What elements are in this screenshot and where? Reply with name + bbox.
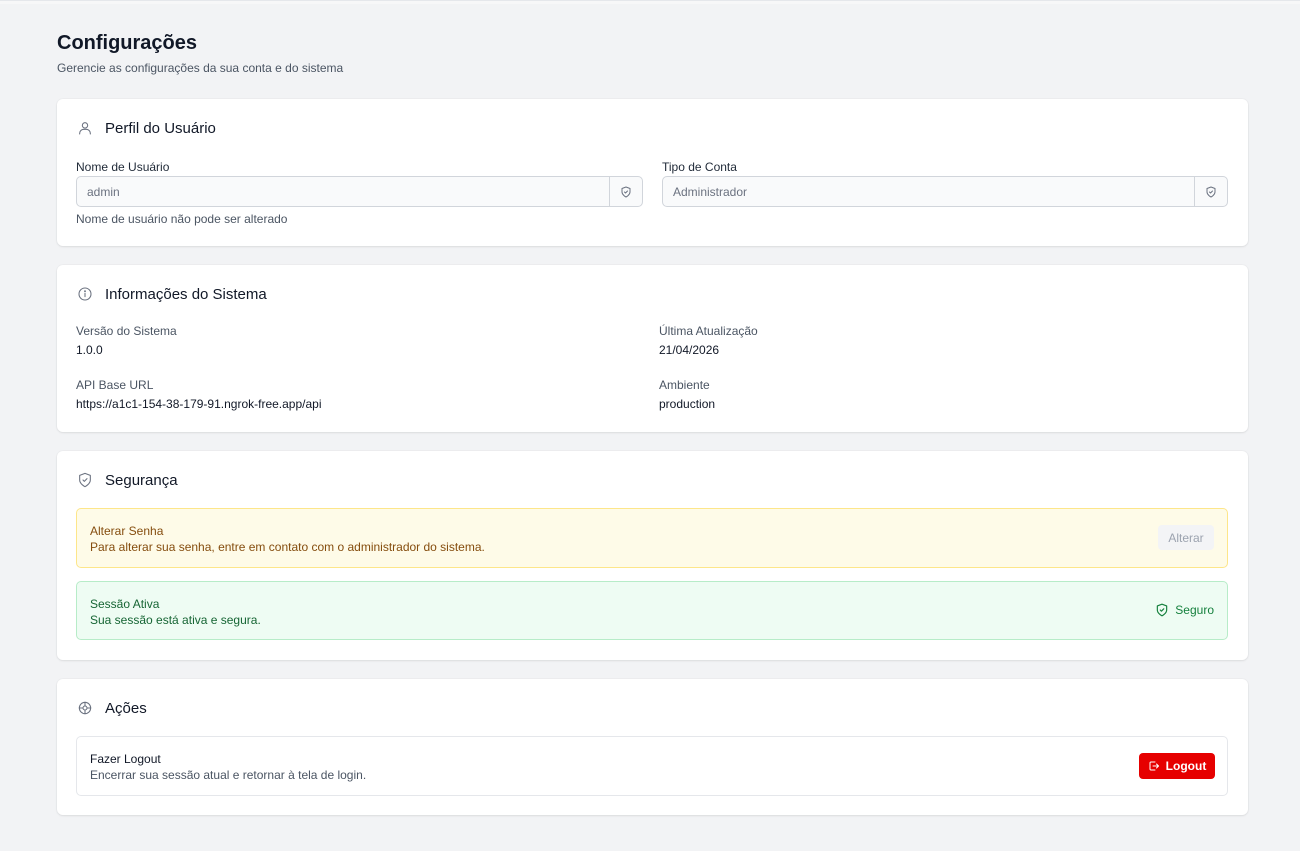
profile-card-header: Perfil do Usuário — [76, 118, 216, 138]
change-password-box: Alterar Senha Para alterar sua senha, en… — [76, 508, 1228, 568]
page-subtitle: Gerencie as configurações da sua conta e… — [57, 61, 344, 75]
settings-icon — [76, 699, 94, 717]
actions-header: Ações — [76, 698, 147, 718]
shield-icon — [1194, 177, 1227, 206]
actions-title: Ações — [105, 699, 147, 717]
system-info-card: Informações do Sistema Versão do Sistema… — [57, 265, 1248, 432]
change-password-button[interactable]: Alterar — [1158, 525, 1214, 550]
actions-card: Ações Fazer Logout Encerrar sua sessão a… — [57, 679, 1248, 815]
change-password-title: Alterar Senha — [90, 524, 164, 538]
active-session-title: Sessão Ativa — [90, 597, 160, 611]
logout-title: Fazer Logout — [90, 752, 161, 766]
user-icon — [76, 119, 94, 137]
top-border — [0, 0, 1300, 4]
username-label: Nome de Usuário — [76, 160, 170, 174]
username-field[interactable]: admin — [76, 176, 643, 207]
version-label: Versão do Sistema — [76, 324, 177, 338]
environment-value: production — [659, 397, 716, 411]
logout-box: Fazer Logout Encerrar sua sessão atual e… — [76, 736, 1228, 796]
profile-card-title: Perfil do Usuário — [105, 119, 216, 137]
username-hint: Nome de usuário não pode ser alterado — [76, 212, 288, 226]
change-password-desc: Para alterar sua senha, entre em contato… — [90, 540, 485, 554]
username-value: admin — [87, 184, 120, 199]
profile-card: Perfil do Usuário Nome de Usuário admin … — [57, 99, 1248, 246]
system-info-title: Informações do Sistema — [105, 285, 267, 303]
last-update-value: 21/04/2026 — [659, 343, 720, 357]
logout-icon — [1149, 761, 1159, 771]
shield-check-icon — [1157, 603, 1168, 617]
logout-desc: Encerrar sua sessão atual e retornar à t… — [90, 768, 367, 782]
security-title: Segurança — [105, 471, 178, 489]
version-value: 1.0.0 — [76, 343, 103, 357]
active-session-box: Sessão Ativa Sua sessão está ativa e seg… — [76, 581, 1228, 640]
environment-label: Ambiente — [659, 378, 710, 392]
shield-check-icon — [76, 471, 94, 489]
settings-page: Configurações Gerencie as configurações … — [57, 31, 1248, 815]
security-header: Segurança — [76, 470, 178, 490]
secure-badge-label: Seguro — [1175, 603, 1214, 617]
last-update-label: Última Atualização — [659, 324, 758, 338]
page-title: Configurações — [57, 32, 198, 54]
account-type-field[interactable]: Administrador — [662, 176, 1228, 207]
api-url-label: API Base URL — [76, 378, 154, 392]
active-session-desc: Sua sessão está ativa e segura. — [90, 613, 261, 627]
logout-button[interactable]: Logout — [1139, 753, 1215, 779]
security-card: Segurança Alterar Senha Para alterar sua… — [57, 451, 1248, 660]
account-type-value: Administrador — [673, 184, 748, 199]
account-type-label: Tipo de Conta — [662, 160, 737, 174]
system-info-header: Informações do Sistema — [76, 284, 267, 304]
shield-icon — [609, 177, 642, 206]
api-url-value: https://a1c1-154-38-179-91.ngrok-free.ap… — [76, 397, 322, 411]
info-icon — [76, 285, 94, 303]
logout-button-label: Logout — [1165, 759, 1207, 773]
secure-badge: Seguro — [1155, 603, 1214, 617]
